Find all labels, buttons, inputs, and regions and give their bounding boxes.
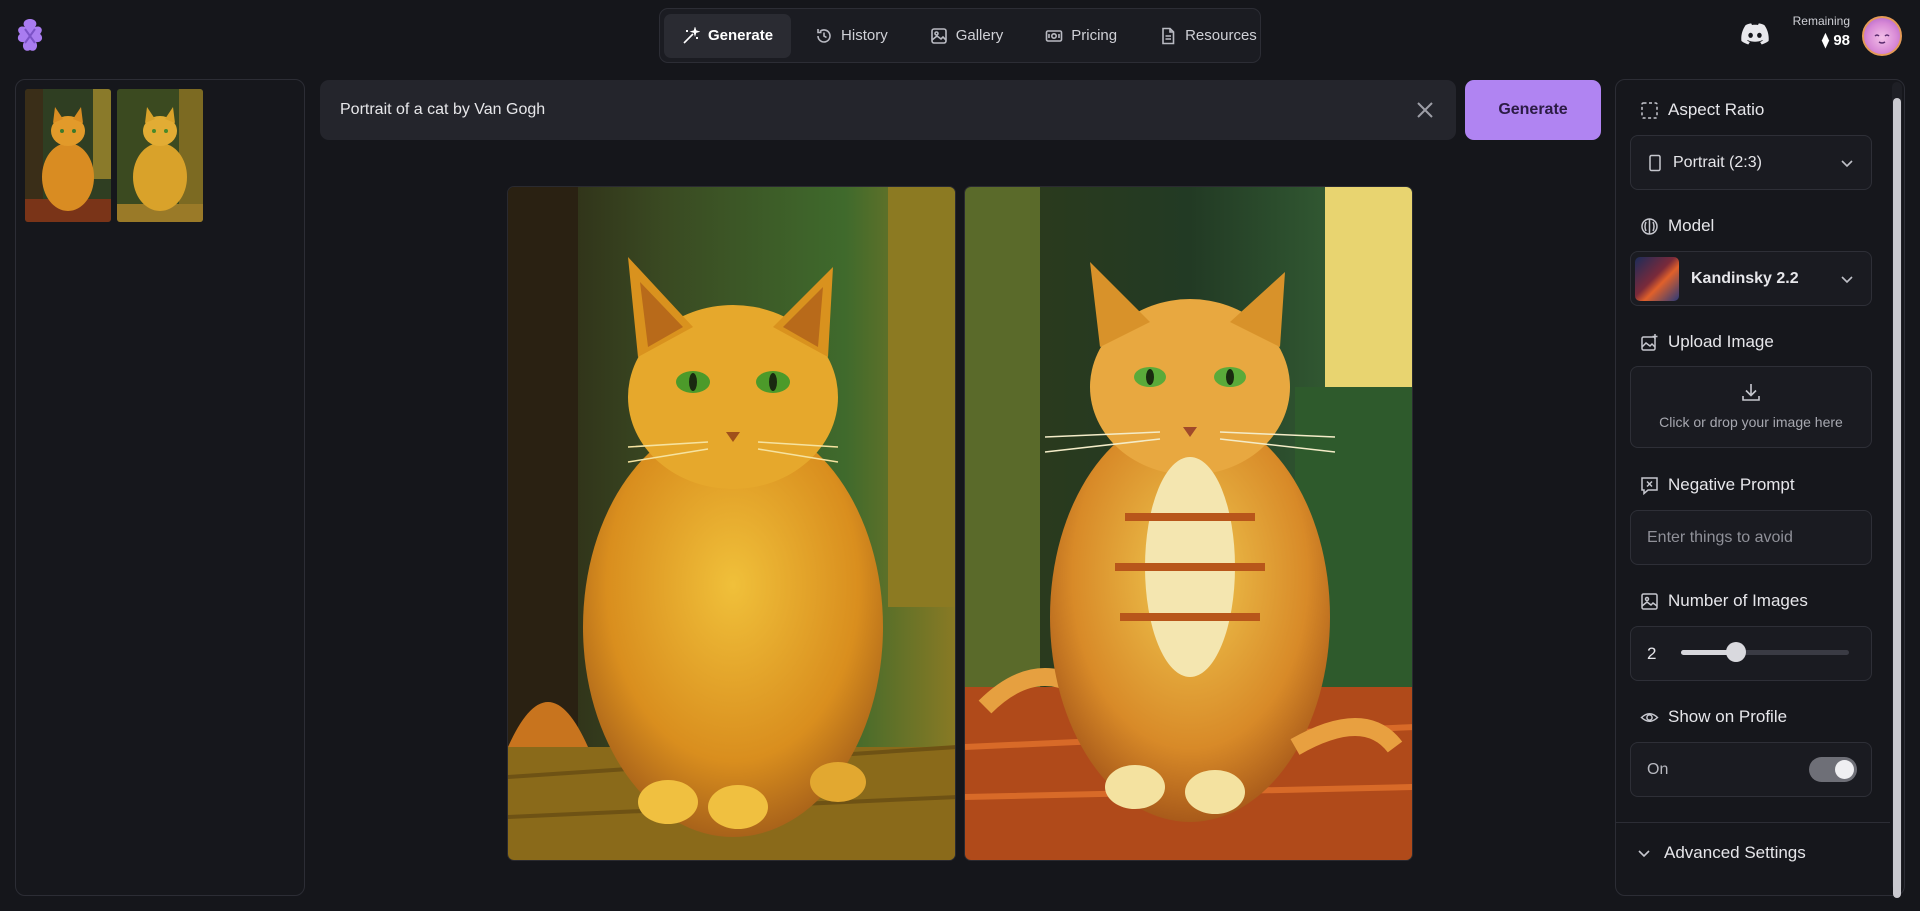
history-thumbnail[interactable] [25,89,111,222]
aspect-ratio-label: Aspect Ratio [1668,100,1765,119]
model-label: Model [1668,216,1715,235]
eye-icon [1640,712,1659,722]
pricing-icon [1045,29,1063,42]
chevron-down-icon [1841,159,1853,167]
model-value: Kandinsky 2.2 [1691,269,1799,287]
number-of-images-value: 2 [1647,643,1657,663]
scrollbar-thumb[interactable] [1893,98,1901,898]
tab-resources-label: Resources [1185,27,1257,44]
model-heading: Model [1640,216,1714,236]
aspect-ratio-heading: Aspect Ratio [1640,100,1764,120]
chevron-down-icon [1841,275,1853,283]
tab-history-label: History [841,27,888,44]
chevron-down-icon [1638,849,1650,857]
toggle-knob [1835,760,1854,779]
upload-dropzone[interactable]: Click or drop your image here [1630,366,1872,448]
tab-gallery[interactable]: Gallery [912,14,1022,58]
discord-icon[interactable] [1741,23,1769,45]
images-slider-handle[interactable] [1726,642,1746,662]
negative-prompt-placeholder: Enter things to avoid [1647,528,1793,546]
history-thumbnail[interactable] [117,89,203,222]
remaining-label: Remaining [1792,14,1850,28]
advanced-settings-label: Advanced Settings [1664,842,1806,862]
remaining-value: ⧫ 98 [1821,32,1850,49]
show-on-profile-label: Show on Profile [1668,707,1788,726]
upload-image-heading: Upload Image [1640,332,1774,352]
aspect-ratio-value: Portrait (2:3) [1673,153,1762,171]
number-of-images-heading: Number of Images [1640,591,1808,611]
tab-pricing-label: Pricing [1071,27,1118,44]
negative-prompt-heading: Negative Prompt [1640,475,1795,495]
upload-hint: Click or drop your image here [1659,414,1843,430]
top-navigation: Generate History Gallery Pricing Resourc… [659,8,1261,63]
number-of-images-label: Number of Images [1668,591,1808,610]
generate-button[interactable]: Generate [1465,80,1601,140]
magic-wand-icon [683,26,700,44]
prompt-input[interactable]: Portrait of a cat by Van Gogh [320,80,1456,140]
generated-image[interactable] [964,186,1413,861]
portrait-icon [1649,154,1661,171]
negative-prompt-icon [1641,476,1658,495]
avatar-face-icon [1874,34,1890,44]
aspect-ratio-icon [1641,101,1658,119]
show-on-profile-heading: Show on Profile [1640,707,1787,727]
show-on-profile-toggle[interactable] [1809,757,1857,782]
user-avatar[interactable] [1862,16,1902,56]
tab-generate[interactable]: Generate [664,13,792,58]
upload-image-label: Upload Image [1668,332,1774,351]
gallery-icon [930,27,947,44]
history-panel [15,79,305,896]
model-thumbnail [1635,256,1679,301]
tab-generate-label: Generate [708,27,774,44]
download-icon [1742,384,1760,401]
generated-image[interactable] [507,186,956,861]
history-icon [817,28,831,43]
tab-gallery-label: Gallery [955,27,1004,44]
close-icon[interactable] [1414,99,1436,121]
brain-icon [1641,217,1658,235]
tab-history[interactable]: History [797,14,906,58]
advanced-settings-toggle[interactable]: Advanced Settings [1616,822,1890,882]
negative-prompt-label: Negative Prompt [1668,475,1795,494]
tab-pricing[interactable]: Pricing [1027,14,1135,58]
model-select[interactable]: Kandinsky 2.2 [1630,251,1872,306]
aspect-ratio-select[interactable]: Portrait (2:3) [1630,135,1872,190]
tab-resources[interactable]: Resources [1141,14,1275,58]
image-add-icon [1641,333,1658,351]
settings-scrollbar[interactable] [1890,82,1902,898]
document-icon [1162,27,1175,44]
image-icon [1641,592,1658,610]
credits-remaining: Remaining ⧫ 98 [1782,14,1850,49]
show-on-profile-value: On [1647,760,1669,778]
negative-prompt-input[interactable]: Enter things to avoid [1630,510,1872,565]
app-logo-icon[interactable] [16,17,44,55]
prompt-text[interactable]: Portrait of a cat by Van Gogh [340,101,1414,119]
